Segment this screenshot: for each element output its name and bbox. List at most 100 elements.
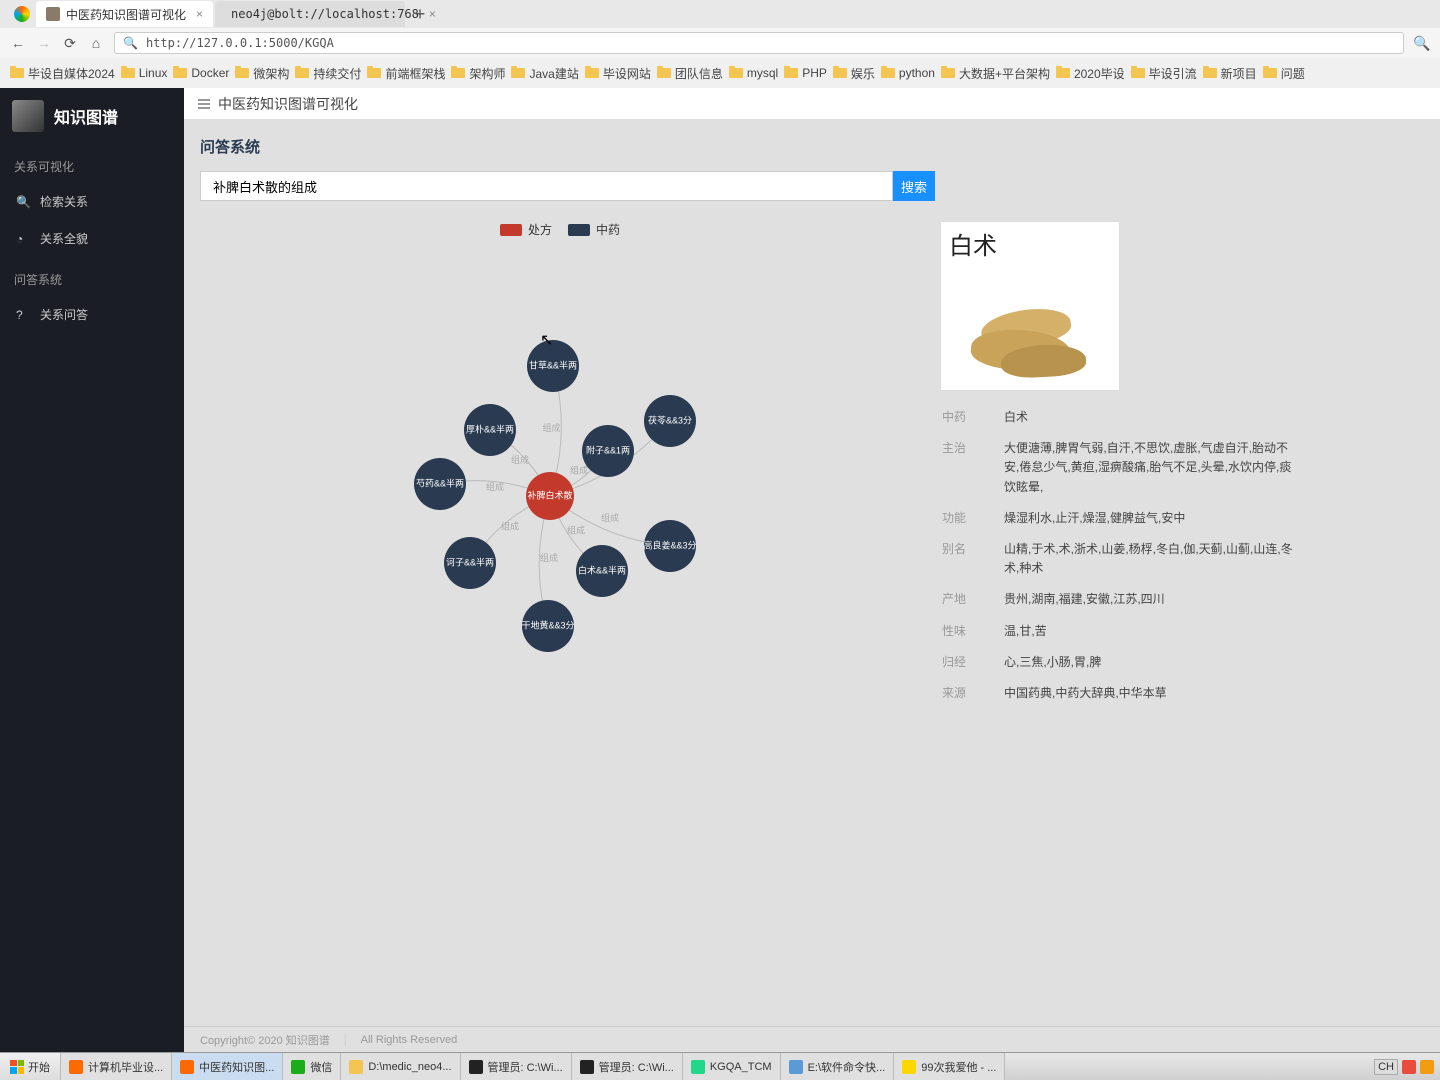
sidebar-item-label: 检索关系: [40, 193, 88, 210]
task-label: 计算机毕业设...: [88, 1059, 163, 1075]
detail-key: 产地: [942, 585, 1002, 614]
edge-label: 组成: [601, 512, 619, 523]
bookmark-item[interactable]: 前端框架栈: [367, 65, 445, 82]
detail-key: 性味: [942, 617, 1002, 646]
bookmark-item[interactable]: Java建站: [511, 65, 578, 82]
taskbar-item[interactable]: E:\软件命令快...: [781, 1053, 895, 1080]
sidebar-logo-icon: [12, 100, 44, 132]
folder-icon: [235, 68, 249, 78]
help-icon: ?: [16, 308, 30, 322]
taskbar-item[interactable]: 计算机毕业设...: [61, 1053, 172, 1080]
home-button[interactable]: ⌂: [88, 35, 104, 51]
taskbar-item[interactable]: 中医药知识图...: [172, 1053, 283, 1080]
sidebar-item-label: 关系问答: [40, 306, 88, 323]
search-input[interactable]: [200, 171, 893, 201]
tab-label: 中医药知识图谱可视化: [66, 6, 186, 23]
detail-key: 中药: [942, 403, 1002, 432]
edge-label: 组成: [486, 481, 504, 492]
bookmark-item[interactable]: 微架构: [235, 65, 289, 82]
node-label: 干地黄&&3分: [521, 619, 574, 630]
tray-lang[interactable]: CH: [1374, 1059, 1398, 1075]
bookmark-item[interactable]: Docker: [173, 66, 229, 80]
bookmark-item[interactable]: 新项目: [1203, 65, 1257, 82]
sidebar-item-relation-overview[interactable]: ◔ 关系全貌: [0, 220, 184, 257]
browser-tab-active[interactable]: 中医药知识图谱可视化 ×: [36, 1, 213, 27]
tab-favicon-icon: [46, 7, 60, 21]
sidebar-item-qa[interactable]: ? 关系问答: [0, 296, 184, 333]
node-label: 厚朴&&半两: [466, 423, 514, 434]
legend-label: 处方: [528, 221, 552, 238]
bookmark-item[interactable]: 架构师: [451, 65, 505, 82]
detail-row: 主治大便溏薄,脾胃气弱,自汗,不思饮,虚胀,气虚自汗,胎动不安,倦怠少气,黄疸,…: [942, 434, 1298, 502]
browser-tab[interactable]: neo4j@bolt://localhost:768 ×: [215, 1, 405, 27]
chart-icon: ◔: [16, 232, 30, 246]
folder-icon: [881, 68, 895, 78]
bookmark-item[interactable]: 2020毕设: [1056, 65, 1125, 82]
detail-row: 功能燥湿利水,止汗,燥湿,健脾益气,安中: [942, 504, 1298, 533]
bookmark-item[interactable]: python: [881, 66, 935, 80]
legend-swatch: [500, 224, 522, 236]
detail-image: 白术: [940, 221, 1120, 391]
detail-value: 中国药典,中药大辞典,中华本草: [1004, 679, 1298, 708]
tray-icon[interactable]: [1402, 1060, 1416, 1074]
detail-key: 别名: [942, 535, 1002, 583]
forward-button[interactable]: →: [36, 35, 52, 51]
graph-svg[interactable]: 组成组成组成组成组成组成组成组成组成甘草&&半两厚朴&&半两附子&&1两茯苓&&…: [200, 241, 920, 721]
bookmark-item[interactable]: mysql: [729, 66, 778, 80]
address-bar-row: ← → ⟳ ⌂ 🔍 🔍: [0, 28, 1440, 58]
node-label: 诃子&&半两: [446, 556, 494, 567]
taskbar-item[interactable]: D:\medic_neo4...: [341, 1053, 460, 1080]
sidebar: 知识图谱 关系可视化 🔍 检索关系 ◔ 关系全貌 问答系统 ? 关系问答: [0, 88, 184, 1052]
viz-row: 处方 中药 组成组成组成组成组成组成组成组成组成甘草&&半两厚朴&&半两附子&&…: [200, 221, 1424, 721]
folder-icon: [784, 68, 798, 78]
bookmark-label: Linux: [139, 66, 168, 80]
start-button[interactable]: 开始: [0, 1053, 61, 1080]
bookmark-item[interactable]: 毕设引流: [1131, 65, 1197, 82]
footer-copyright: Copyright© 2020 知识图谱: [200, 1032, 330, 1048]
bookmark-label: 毕设网站: [603, 65, 651, 82]
sidebar-item-search-relation[interactable]: 🔍 检索关系: [0, 183, 184, 220]
taskbar-item[interactable]: 管理员: C:\Wi...: [572, 1053, 683, 1080]
bookmark-item[interactable]: 团队信息: [657, 65, 723, 82]
search-button[interactable]: 搜索: [893, 171, 935, 201]
detail-row: 中药白术: [942, 403, 1298, 432]
bookmark-item[interactable]: 娱乐: [833, 65, 875, 82]
bookmark-item[interactable]: Linux: [121, 66, 168, 80]
sidebar-item-label: 关系全貌: [40, 230, 88, 247]
taskbar-item[interactable]: 管理员: C:\Wi...: [461, 1053, 572, 1080]
reload-button[interactable]: ⟳: [62, 35, 78, 51]
taskbar-item[interactable]: 微信: [283, 1053, 341, 1080]
bookmark-item[interactable]: 大数据+平台架构: [941, 65, 1050, 82]
tab-close-icon[interactable]: ×: [429, 7, 436, 21]
bookmark-item[interactable]: 持续交付: [295, 65, 361, 82]
windows-icon: [10, 1060, 24, 1074]
bookmark-item[interactable]: 问题: [1263, 65, 1305, 82]
back-button[interactable]: ←: [10, 35, 26, 51]
tray-icon[interactable]: [1420, 1060, 1434, 1074]
bookmark-item[interactable]: PHP: [784, 66, 827, 80]
detail-value: 山精,于术,术,浙术,山姜,杨桴,冬白,伽,天蓟,山蓟,山连,冬术,种术: [1004, 535, 1298, 583]
legend-item-prescription: 处方: [500, 221, 552, 238]
task-label: KGQA_TCM: [710, 1061, 772, 1073]
menu-icon[interactable]: [198, 99, 210, 109]
search-engine-icon[interactable]: 🔍: [1414, 35, 1430, 51]
taskbar-item[interactable]: 99次我爱他 - ...: [894, 1053, 1005, 1080]
node-label: 芍药&&半两: [416, 477, 464, 488]
bookmark-item[interactable]: 毕设自媒体2024: [10, 65, 115, 82]
task-label: 管理员: C:\Wi...: [488, 1059, 563, 1075]
sidebar-header: 知识图谱: [0, 88, 184, 144]
start-label: 开始: [28, 1059, 50, 1075]
url-input[interactable]: [146, 36, 1395, 50]
legend-swatch: [568, 224, 590, 236]
folder-icon: [1263, 68, 1277, 78]
folder-icon: [511, 68, 525, 78]
graph-area[interactable]: 处方 中药 组成组成组成组成组成组成组成组成组成甘草&&半两厚朴&&半两附子&&…: [200, 221, 920, 721]
taskbar-item[interactable]: KGQA_TCM: [683, 1053, 781, 1080]
address-bar[interactable]: 🔍: [114, 32, 1404, 54]
tab-close-icon[interactable]: ×: [196, 7, 203, 21]
detail-table: 中药白术主治大便溏薄,脾胃气弱,自汗,不思饮,虚胀,气虚自汗,胎动不安,倦怠少气…: [940, 401, 1300, 710]
folder-icon: [1056, 68, 1070, 78]
bookmark-item[interactable]: 毕设网站: [585, 65, 651, 82]
folder-icon: [451, 68, 465, 78]
task-icon: [69, 1060, 83, 1074]
